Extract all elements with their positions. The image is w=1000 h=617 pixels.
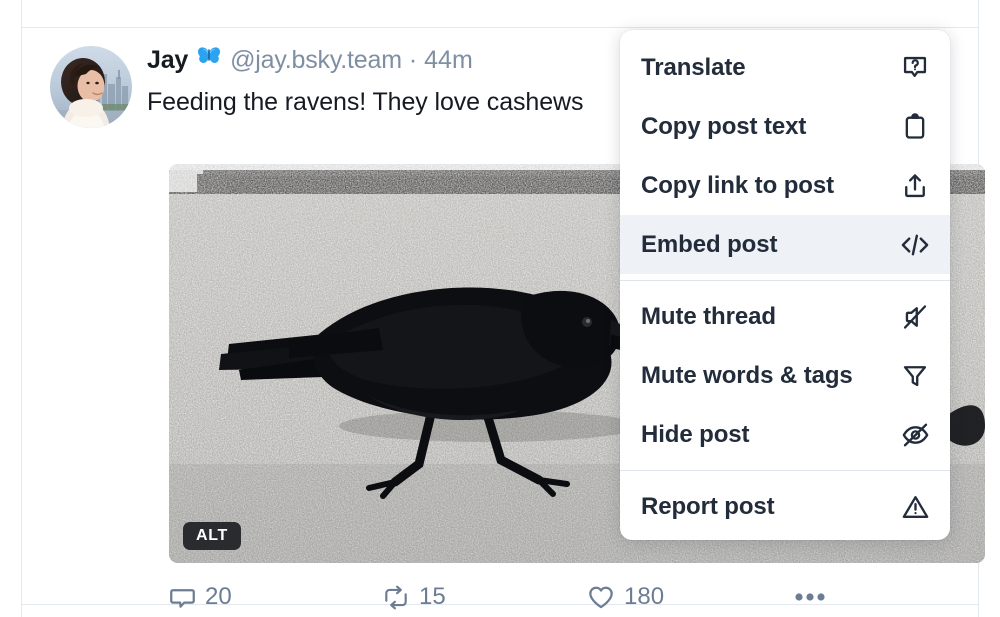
reply-count: 20 bbox=[205, 583, 232, 610]
mute-icon bbox=[898, 300, 932, 334]
previous-post-partial[interactable] bbox=[22, 0, 978, 27]
menu-item-report-post[interactable]: Report post bbox=[620, 477, 950, 536]
author-display-name[interactable]: Jay bbox=[147, 46, 188, 75]
menu-item-mute-words-and-tags[interactable]: Mute words & tags bbox=[620, 346, 950, 405]
menu-item-label: Embed post bbox=[641, 230, 778, 258]
menu-item-translate[interactable]: Translate bbox=[620, 38, 950, 97]
comment-icon bbox=[169, 584, 196, 611]
engagement-bar: 20 15 180 bbox=[169, 580, 869, 614]
menu-item-label: Report post bbox=[641, 492, 775, 520]
menu-item-mute-thread[interactable]: Mute thread bbox=[620, 287, 950, 346]
header-separator: · bbox=[408, 46, 418, 74]
warning-icon bbox=[898, 490, 932, 524]
like-button[interactable]: 180 bbox=[587, 580, 664, 614]
menu-item-label: Copy link to post bbox=[641, 171, 834, 199]
menu-separator-2 bbox=[620, 470, 950, 471]
reply-button[interactable]: 20 bbox=[169, 580, 232, 614]
post-options-menu[interactable]: Translate Copy post text Copy link to po… bbox=[620, 30, 950, 540]
menu-item-copy-post-text[interactable]: Copy post text bbox=[620, 97, 950, 156]
heart-icon bbox=[587, 584, 615, 611]
avatar[interactable] bbox=[50, 46, 132, 128]
menu-top-padding bbox=[620, 30, 950, 38]
share-icon bbox=[898, 169, 932, 203]
menu-item-label: Mute words & tags bbox=[641, 361, 853, 389]
filter-icon bbox=[898, 359, 932, 393]
translate-icon bbox=[898, 51, 932, 85]
menu-item-label: Copy post text bbox=[641, 112, 807, 140]
post-more-options-button[interactable] bbox=[794, 580, 826, 614]
repost-button[interactable]: 15 bbox=[382, 580, 446, 614]
clipboard-icon bbox=[898, 110, 932, 144]
like-count: 180 bbox=[624, 583, 665, 610]
menu-item-hide-post[interactable]: Hide post bbox=[620, 405, 950, 464]
menu-separator-1 bbox=[620, 280, 950, 281]
post-timestamp[interactable]: 44m bbox=[424, 46, 473, 75]
butterfly-emoji-icon bbox=[197, 46, 221, 68]
alt-badge[interactable]: ALT bbox=[183, 522, 242, 550]
menu-item-label: Hide post bbox=[641, 420, 750, 448]
repost-count: 15 bbox=[419, 583, 446, 610]
bluesky-post-screen: Jay @jay.bsky.team · 44m Feeding the rav… bbox=[0, 0, 1000, 617]
menu-item-label: Mute thread bbox=[641, 302, 776, 330]
menu-item-label: Translate bbox=[641, 53, 746, 81]
repost-icon bbox=[382, 584, 410, 611]
menu-item-copy-link-to-post[interactable]: Copy link to post bbox=[620, 156, 950, 215]
code-icon bbox=[898, 228, 932, 262]
eye-off-icon bbox=[898, 418, 932, 452]
menu-item-embed-post[interactable]: Embed post bbox=[620, 215, 950, 274]
author-handle[interactable]: @jay.bsky.team bbox=[230, 46, 402, 75]
ellipsis-icon bbox=[794, 591, 826, 603]
